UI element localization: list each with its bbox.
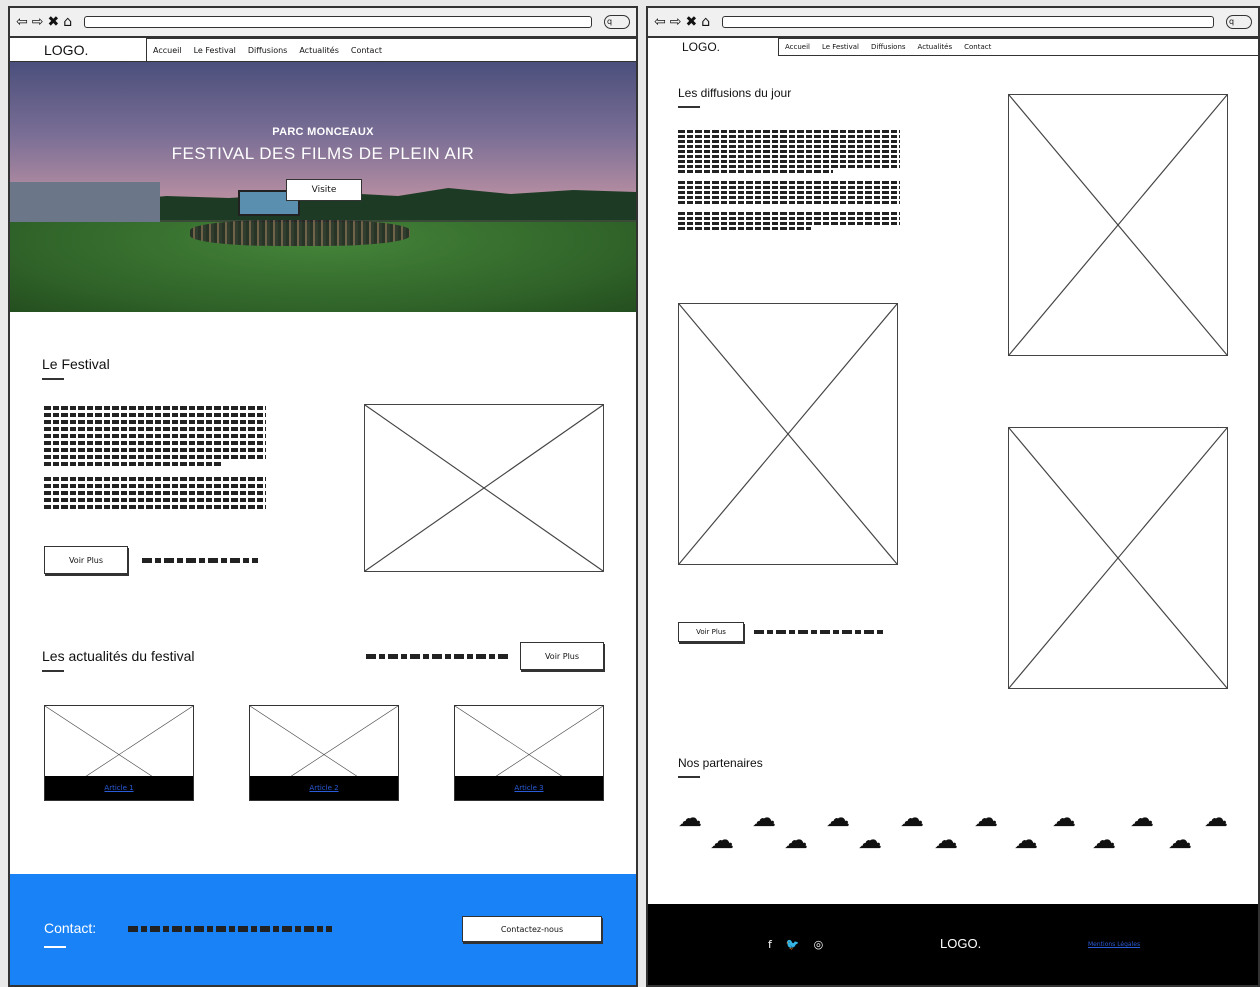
partner-cloud-icon[interactable]: ☁	[784, 828, 808, 852]
article-link-3[interactable]: Article 3	[514, 784, 543, 792]
nav-item-accueil[interactable]: Accueil	[153, 46, 182, 55]
nav-item-diffusions[interactable]: Diffusions	[871, 43, 906, 51]
diffusion-image-placeholder	[1008, 427, 1228, 689]
diffusions-scribble-link[interactable]	[754, 630, 884, 634]
article-link-1[interactable]: Article 1	[104, 784, 133, 792]
partner-cloud-icon[interactable]: ☁	[900, 806, 924, 830]
diffusion-image-placeholder	[678, 303, 898, 565]
festival-see-more-button[interactable]: Voir Plus	[44, 546, 128, 574]
partner-cloud-icon[interactable]: ☁	[1204, 806, 1228, 830]
visit-button[interactable]: Visite	[286, 179, 362, 201]
logo[interactable]: LOGO.	[648, 40, 778, 54]
contact-section: Contact: Contactez-nous	[10, 874, 636, 985]
search-icon: q	[607, 17, 613, 26]
partner-cloud-icon[interactable]: ☁	[1014, 828, 1038, 852]
contact-underline	[44, 946, 66, 948]
partner-cloud-icon[interactable]: ☁	[934, 828, 958, 852]
news-heading-block: Les actualités du festival	[42, 648, 195, 672]
facebook-icon[interactable]: f	[768, 938, 772, 951]
partner-logos: ☁ ☁ ☁ ☁ ☁ ☁ ☁ ☁ ☁ ☁ ☁ ☁ ☁ ☁ ☁	[678, 806, 1238, 866]
twitter-icon[interactable]: 🐦	[786, 938, 800, 951]
nav-item-accueil[interactable]: Accueil	[785, 43, 810, 51]
festival-image-placeholder	[364, 404, 604, 572]
partner-cloud-icon[interactable]: ☁	[710, 828, 734, 852]
legal-link[interactable]: Mentions Légales	[1088, 941, 1140, 948]
article-card[interactable]: Article 3	[454, 705, 604, 801]
contact-scribble-link[interactable]	[128, 926, 332, 932]
partner-cloud-icon[interactable]: ☁	[858, 828, 882, 852]
diffusion-image-placeholder	[1008, 94, 1228, 356]
nav-item-contact[interactable]: Contact	[351, 46, 382, 55]
news-see-more-button[interactable]: Voir Plus	[520, 642, 604, 670]
news-scribble-link[interactable]	[366, 654, 508, 659]
heading-underline	[678, 106, 700, 108]
nav-item-contact[interactable]: Contact	[964, 43, 991, 51]
hero-title: FESTIVAL DES FILMS DE PLEIN AIR	[171, 144, 475, 163]
home-icon[interactable]: ⌂	[63, 15, 72, 29]
home-icon[interactable]: ⌂	[701, 15, 710, 29]
nav-item-le-festival[interactable]: Le Festival	[822, 43, 859, 51]
top-navigation: LOGO. Accueil Le Festival Diffusions Act…	[648, 38, 1258, 56]
back-icon[interactable]: ⇦	[16, 15, 28, 29]
browser-window-diffusions: ⇦ ⇨ ✖ ⌂ q LOGO. Accueil Le Festival Diff…	[646, 6, 1260, 987]
browser-window-home: ⇦ ⇨ ✖ ⌂ q LOGO. Accueil Le Festival Diff…	[8, 6, 638, 987]
diffusions-text	[678, 130, 900, 232]
article-card[interactable]: Article 2	[249, 705, 399, 801]
hero-crowd	[190, 220, 410, 246]
partner-cloud-icon[interactable]: ☁	[678, 806, 702, 830]
nav-item-diffusions[interactable]: Diffusions	[248, 46, 288, 55]
forward-icon[interactable]: ⇨	[670, 15, 682, 29]
close-icon[interactable]: ✖	[685, 15, 697, 29]
footer-logo[interactable]: LOGO.	[940, 936, 981, 951]
festival-scribble-link[interactable]	[142, 558, 258, 563]
nav-item-le-festival[interactable]: Le Festival	[194, 46, 236, 55]
partner-cloud-icon[interactable]: ☁	[1168, 828, 1192, 852]
nav-item-actualites[interactable]: Actualités	[918, 43, 953, 51]
logo[interactable]: LOGO.	[10, 42, 146, 58]
article-link-2[interactable]: Article 2	[309, 784, 338, 792]
nav-menu: Accueil Le Festival Diffusions Actualité…	[778, 38, 1258, 56]
url-bar[interactable]	[722, 16, 1214, 28]
url-bar[interactable]	[84, 16, 592, 28]
partners-heading: Nos partenaires	[678, 756, 763, 770]
diffusions-heading-block: Les diffusions du jour	[678, 86, 791, 108]
contact-us-button[interactable]: Contactez-nous	[462, 916, 602, 942]
heading-underline	[42, 670, 64, 672]
social-links: f 🐦 ◎	[768, 938, 823, 951]
heading-underline	[678, 776, 700, 778]
footer: f 🐦 ◎ LOGO. Mentions Légales	[648, 904, 1258, 985]
hero-banner: PARC MONCEAUX FESTIVAL DES FILMS DE PLEI…	[10, 62, 636, 312]
partner-cloud-icon[interactable]: ☁	[826, 806, 850, 830]
festival-heading: Le Festival	[42, 356, 110, 372]
diffusions-see-more-button[interactable]: Voir Plus	[678, 622, 744, 642]
partner-cloud-icon[interactable]: ☁	[752, 806, 776, 830]
partners-heading-block: Nos partenaires	[678, 756, 763, 778]
close-icon[interactable]: ✖	[47, 15, 59, 29]
back-icon[interactable]: ⇦	[654, 15, 666, 29]
diffusions-heading: Les diffusions du jour	[678, 86, 792, 100]
partner-cloud-icon[interactable]: ☁	[1130, 806, 1154, 830]
festival-heading-block: Le Festival	[42, 356, 110, 380]
nav-menu: Accueil Le Festival Diffusions Actualité…	[146, 37, 636, 62]
partner-cloud-icon[interactable]: ☁	[974, 806, 998, 830]
partner-cloud-icon[interactable]: ☁	[1092, 828, 1116, 852]
news-heading: Les actualités du festival	[42, 648, 195, 664]
search-pill[interactable]: q	[604, 15, 630, 29]
search-icon: q	[1229, 17, 1235, 26]
festival-text	[44, 406, 266, 512]
top-navigation: LOGO. Accueil Le Festival Diffusions Act…	[10, 37, 636, 62]
nav-item-actualites[interactable]: Actualités	[299, 46, 339, 55]
partner-cloud-icon[interactable]: ☁	[1052, 806, 1076, 830]
forward-icon[interactable]: ⇨	[32, 15, 44, 29]
browser-toolbar: ⇦ ⇨ ✖ ⌂ q	[648, 8, 1258, 38]
article-card[interactable]: Article 1	[44, 705, 194, 801]
browser-toolbar: ⇦ ⇨ ✖ ⌂ q	[10, 8, 636, 38]
search-pill[interactable]: q	[1226, 15, 1252, 29]
hero-subtitle: PARC MONCEAUX	[272, 126, 374, 138]
hero-building	[10, 182, 160, 222]
instagram-icon[interactable]: ◎	[814, 938, 824, 951]
contact-label: Contact:	[44, 920, 97, 936]
heading-underline	[42, 378, 64, 380]
